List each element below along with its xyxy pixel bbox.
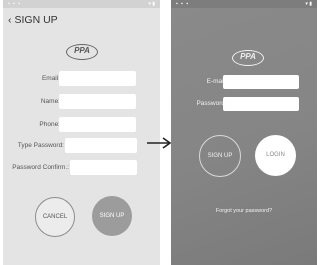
logo-text: PPA <box>74 46 90 55</box>
signup-header[interactable]: ‹ SIGN UP <box>8 14 58 26</box>
cancel-button[interactable]: CANCEL <box>35 197 75 237</box>
password-confirm-label: Password Confirm.: <box>12 164 69 171</box>
password-field[interactable] <box>65 138 137 153</box>
email-field[interactable] <box>223 75 299 89</box>
signup-button[interactable]: SIGN UP <box>92 196 132 236</box>
status-icons-left: ▪ ▪ ▪ <box>8 1 22 7</box>
page-title: SIGN UP <box>14 14 58 26</box>
password-confirm-field[interactable] <box>70 160 137 175</box>
name-row: Name: <box>3 94 160 111</box>
status-icons-left: ▪ ▪ ▪ <box>176 1 190 7</box>
status-bar: ▪ ▪ ▪ ▾ ▮ <box>3 0 160 8</box>
email-label: Email: <box>41 75 60 82</box>
login-screen: ▪ ▪ ▪ ▾ ▮ PPA E-mail Password SIGN UP LO… <box>171 0 317 265</box>
password-label: Type Password: <box>17 142 64 149</box>
password-label: Password <box>196 100 225 107</box>
status-icons-right: ▾ ▮ <box>305 1 312 7</box>
ppa-logo: PPA <box>66 44 98 60</box>
ppa-logo: PPA <box>232 50 264 66</box>
phone-label: Phone: <box>39 121 60 128</box>
name-field[interactable] <box>59 94 136 109</box>
password-confirm-row: Password Confirm.: <box>3 160 160 177</box>
signup-button[interactable]: SIGN UP <box>199 135 241 177</box>
login-button[interactable]: LOGIN <box>255 135 296 176</box>
password-field[interactable] <box>223 97 299 111</box>
forgot-password-link[interactable]: Forgot your password? <box>171 208 317 214</box>
password-row: Password <box>171 97 317 111</box>
status-bar: ▪ ▪ ▪ ▾ ▮ <box>171 0 317 8</box>
email-field[interactable] <box>59 71 136 86</box>
password-row: Type Password: <box>3 138 160 155</box>
signup-screen: ▪ ▪ ▪ ▾ ▮ ‹ SIGN UP PPA Email: Name: Phon… <box>3 0 160 265</box>
email-row: E-mail <box>171 75 317 89</box>
phone-field[interactable] <box>59 117 136 132</box>
arrow-right-icon <box>147 137 172 149</box>
email-row: Email: <box>3 71 160 88</box>
phone-row: Phone: <box>3 117 160 134</box>
status-icons-right: ▾ ▮ <box>148 1 155 7</box>
chevron-left-icon[interactable]: ‹ <box>8 14 12 26</box>
name-label: Name: <box>40 98 60 105</box>
logo-text: PPA <box>240 52 256 61</box>
